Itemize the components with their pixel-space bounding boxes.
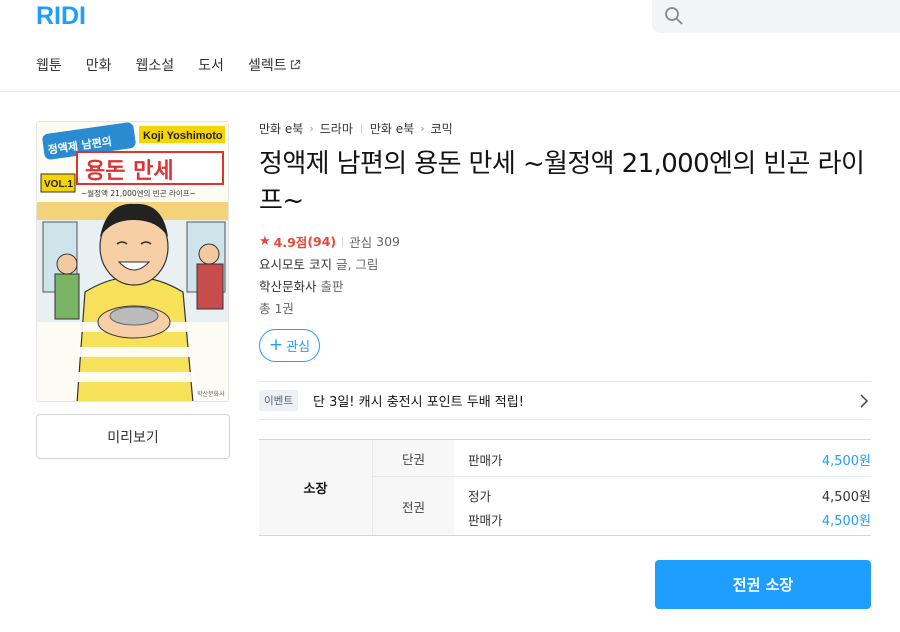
breadcrumb-item[interactable]: 드라마 [320,120,353,137]
cover-title-main: 용돈 만세 [85,159,174,184]
chevron-right-icon [860,394,869,408]
single-sale-label: 판매가 [468,453,503,468]
preview-button[interactable]: 미리보기 [36,414,230,459]
book-title: 정액제 남편의 용돈 만세 ~월정액 21,000엔의 빈곤 라이프~ [259,149,865,216]
set-sale-label: 판매가 [468,513,503,528]
set-list-price: 4,500원 [821,490,871,505]
plus-icon: + [268,335,284,355]
rating-score[interactable]: 4.9점 [274,232,308,251]
chevron-right-icon: › [420,122,425,135]
buy-all-button[interactable]: 전권 소장 [655,560,871,609]
nav-comics[interactable]: 만화 [86,55,112,75]
wishlist-label: 관심 [286,340,311,355]
author-name[interactable]: 요시모토 코지 [259,257,332,272]
ridi-logo[interactable]: RIDI [36,2,86,31]
own-label: 소장 [259,440,372,535]
publisher-row: 학산문화사 출판 [259,276,344,295]
set-list-label: 정가 [468,489,492,504]
breadcrumb-item[interactable]: 만화 e북 [259,120,303,137]
cover-vol: VOL.1 [44,179,73,190]
star-icon: ★ [259,234,271,249]
nav-books[interactable]: 도서 [198,55,224,75]
author-role: 글, 그림 [335,257,379,272]
external-link-icon [290,59,300,70]
breadcrumb-divider [360,123,362,134]
interest-count: 309 [376,234,401,249]
author-row: 요시모토 코지 글, 그림 [259,254,378,273]
cover-illustration: 정액제 남편의 Koji Yoshimoto 용돈 만세 ~월정액 21,000… [37,122,228,401]
search-input[interactable] [652,0,900,33]
event-badge: 이벤트 [259,390,298,411]
nav-webtoon[interactable]: 웹툰 [36,55,62,75]
publisher-role: 출판 [320,279,344,294]
divider [342,236,344,247]
breadcrumb-item[interactable]: 코믹 [431,120,453,137]
set-type-label: 전권 [372,477,454,535]
event-text: 단 3일! 캐시 충전시 포인트 두배 적립! [312,395,524,410]
nav-webnovel[interactable]: 웹소설 [136,55,175,75]
price-table: 소장 단권 전권 판매가 4,500원 정가 4,500원 판매가 4,500원 [259,439,871,536]
search-icon [665,7,683,25]
rating-row: ★ 4.9점 (94) 관심 309 [259,232,400,251]
single-sale-price: 4,500원 [821,454,871,469]
breadcrumb-item[interactable]: 만화 e북 [370,120,414,137]
single-type-label: 단권 [372,440,454,476]
nav-select[interactable]: 셀렉트 [248,55,301,75]
cover-publisher: 학산문화사 [197,390,225,398]
volume-count: 총 1권 [259,301,294,316]
interest-label: 관심 [349,235,373,250]
book-cover-image[interactable]: 정액제 남편의 Koji Yoshimoto 용돈 만세 ~월정액 21,000… [36,121,229,402]
event-banner[interactable]: 이벤트 단 3일! 캐시 충전시 포인트 두배 적립! [259,381,871,420]
main-nav: 웹툰 만화 웹소설 도서 셀렉트 [36,55,325,75]
wishlist-button[interactable]: + 관심 [259,329,320,362]
cover-subtitle: ~월정액 21,000엔의 빈곤 라이프~ [81,188,196,198]
chevron-right-icon: › [309,122,314,135]
set-sale-price: 4,500원 [821,514,871,529]
nav-select-label: 셀렉트 [247,58,287,74]
top-header: RIDI 웹툰 만화 웹소설 도서 셀렉트 [0,0,900,92]
cover-author-en: Koji Yoshimoto [143,130,223,142]
rating-count[interactable]: (94) [307,234,336,249]
publisher-name[interactable]: 학산문화사 [259,279,317,294]
breadcrumb: 만화 e북 › 드라마 만화 e북 › 코믹 [259,120,453,137]
